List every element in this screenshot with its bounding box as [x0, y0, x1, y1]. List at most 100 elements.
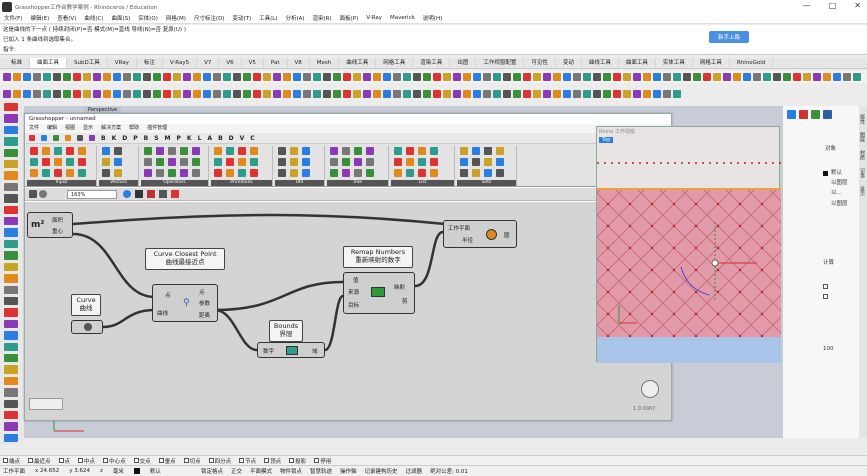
- gh-component-icon[interactable]: [302, 158, 310, 166]
- materials-icon[interactable]: [811, 110, 820, 119]
- gh-tab-14[interactable]: C: [250, 135, 254, 142]
- standard-tool-icon-15[interactable]: [153, 73, 161, 81]
- secondary-tool-icon-27[interactable]: [273, 90, 281, 98]
- gh-tab-2[interactable]: D: [122, 135, 127, 142]
- gh-component-icon[interactable]: [290, 158, 298, 166]
- gh-ribbon-label-5[interactable]: Tree: [327, 180, 388, 186]
- osnap-toggle-4[interactable]: 中心点: [103, 457, 126, 465]
- left-tool-icon-10[interactable]: [4, 217, 18, 226]
- secondary-tool-icon-55[interactable]: [553, 90, 561, 98]
- properties-icon[interactable]: [787, 110, 796, 119]
- gh-component-icon[interactable]: [342, 147, 350, 155]
- secondary-tool-icon-60[interactable]: [603, 90, 611, 98]
- bounds-input-numbers[interactable]: 数字: [263, 347, 274, 355]
- standard-tool-icon-64[interactable]: [643, 73, 651, 81]
- secondary-tool-icon-47[interactable]: [473, 90, 481, 98]
- gh-tab-icon-5[interactable]: [89, 135, 95, 141]
- menu-item-15[interactable]: 说明(H): [423, 14, 442, 22]
- toolbar-tab-15[interactable]: 出图: [450, 58, 477, 68]
- secondary-tool-icon-35[interactable]: [353, 90, 361, 98]
- secondary-tool-icon-2[interactable]: [23, 90, 31, 98]
- standard-tool-icon-49[interactable]: [493, 73, 501, 81]
- standard-tool-icon-20[interactable]: [203, 73, 211, 81]
- left-tool-icon-21[interactable]: [4, 342, 18, 351]
- menu-item-12[interactable]: 面板(P): [340, 14, 359, 22]
- zoom-input[interactable]: 163%: [67, 190, 117, 199]
- secondary-tool-icon-0[interactable]: [3, 90, 11, 98]
- gh-component-icon[interactable]: [66, 158, 74, 166]
- standard-tool-icon-12[interactable]: [123, 73, 131, 81]
- standard-tool-icon-21[interactable]: [213, 73, 221, 81]
- preview-icon[interactable]: [123, 190, 131, 198]
- gh-tab-0[interactable]: B: [101, 135, 106, 142]
- osnap-toggle-2[interactable]: 点: [58, 457, 70, 465]
- secondary-tool-icon-13[interactable]: [133, 90, 141, 98]
- gh-component-icon[interactable]: [418, 169, 426, 177]
- standard-tool-icon-62[interactable]: [623, 73, 631, 81]
- gh-component-icon[interactable]: [342, 169, 350, 177]
- gh-component-icon[interactable]: [168, 169, 176, 177]
- gh-tab-3[interactable]: P: [133, 135, 137, 142]
- standard-tool-icon-50[interactable]: [503, 73, 511, 81]
- rhino-preview-window[interactable]: Rhino 工作视窗 Top: [596, 126, 781, 363]
- left-tool-icon-25[interactable]: [4, 388, 18, 397]
- osnap-toggle-11[interactable]: 投影: [289, 457, 306, 465]
- gh-component-icon[interactable]: [102, 147, 110, 155]
- secondary-tool-icon-54[interactable]: [543, 90, 551, 98]
- gh-component-icon[interactable]: [290, 147, 298, 155]
- menu-item-1[interactable]: 编辑(E): [30, 14, 49, 22]
- toolbar-tab-20[interactable]: 曲面工具: [619, 58, 656, 68]
- secondary-tool-icon-34[interactable]: [343, 90, 351, 98]
- secondary-tool-icon-59[interactable]: [593, 90, 601, 98]
- toolbar-tab-13[interactable]: 网格工具: [376, 58, 414, 68]
- standard-tool-icon-56[interactable]: [563, 73, 571, 81]
- standard-tool-icon-35[interactable]: [353, 73, 361, 81]
- secondary-tool-icon-26[interactable]: [263, 90, 271, 98]
- standard-tool-icon-25[interactable]: [253, 73, 261, 81]
- gh-tab-1[interactable]: K: [112, 135, 117, 142]
- toolbar-tab-11[interactable]: Mesh: [310, 58, 340, 68]
- secondary-tool-icon-11[interactable]: [113, 90, 121, 98]
- secondary-tool-icon-23[interactable]: [233, 90, 241, 98]
- menu-item-8[interactable]: 变动(T): [232, 14, 251, 22]
- standard-tool-icon-58[interactable]: [583, 73, 591, 81]
- layers-icon[interactable]: [799, 110, 808, 119]
- gh-component-icon[interactable]: [278, 158, 286, 166]
- secondary-tool-icon-9[interactable]: [93, 90, 101, 98]
- toolbar-tab-8[interactable]: V5: [242, 58, 264, 68]
- standard-tool-icon-57[interactable]: [573, 73, 581, 81]
- gh-component-icon[interactable]: [342, 158, 350, 166]
- gh-component-icon[interactable]: [214, 169, 222, 177]
- status-toggle-8[interactable]: 绝对公差: 0.01: [430, 467, 468, 475]
- standard-tool-icon-17[interactable]: [173, 73, 181, 81]
- gh-component-icon[interactable]: [144, 147, 152, 155]
- standard-tool-icon-63[interactable]: [633, 73, 641, 81]
- standard-tool-icon-67[interactable]: [673, 73, 681, 81]
- gh-component-icon[interactable]: [168, 158, 176, 166]
- left-tool-icon-3[interactable]: [4, 137, 18, 146]
- gh-component-icon[interactable]: [214, 158, 222, 166]
- standard-tool-icon-85[interactable]: [853, 73, 861, 81]
- secondary-tool-icon-31[interactable]: [313, 90, 321, 98]
- status-toggle-7[interactable]: 过滤器: [406, 467, 423, 475]
- gh-component-icon[interactable]: [144, 158, 152, 166]
- left-tool-icon-17[interactable]: [4, 296, 18, 306]
- gh-ribbon-label-4[interactable]: Util: [275, 180, 324, 186]
- gh-tab-11[interactable]: B: [218, 135, 223, 142]
- gh-component-icon[interactable]: [290, 169, 298, 177]
- toolbar-tab-9[interactable]: Pat: [264, 58, 288, 68]
- gh-menu-item-3[interactable]: 显示: [83, 124, 93, 133]
- side-tab-2[interactable]: 材质: [859, 150, 866, 160]
- left-tool-icon-22[interactable]: [4, 353, 18, 363]
- secondary-tool-icon-43[interactable]: [433, 90, 441, 98]
- gh-component-icon[interactable]: [238, 147, 246, 155]
- left-tool-icon-9[interactable]: [4, 205, 18, 215]
- gh-ribbon-label-6[interactable]: List: [391, 180, 454, 186]
- gh-component-icon[interactable]: [226, 169, 234, 177]
- standard-tool-icon-71[interactable]: [713, 73, 721, 81]
- standard-tool-icon-46[interactable]: [463, 73, 471, 81]
- secondary-tool-icon-51[interactable]: [513, 90, 521, 98]
- secondary-tool-icon-20[interactable]: [203, 90, 211, 98]
- secondary-tool-icon-12[interactable]: [123, 90, 131, 98]
- gh-component-icon[interactable]: [366, 147, 374, 155]
